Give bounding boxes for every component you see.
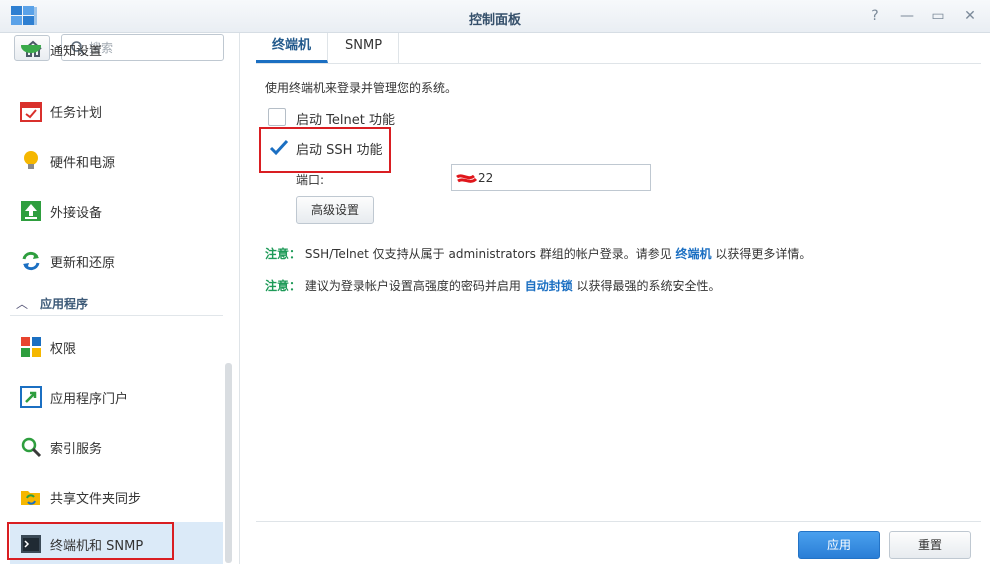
note-text: 以获得最强的系统安全性。 xyxy=(576,279,721,293)
sidebar-item-label: 权限 xyxy=(50,342,77,357)
refresh-icon xyxy=(22,251,40,271)
upload-icon xyxy=(21,201,41,221)
reset-button[interactable]: 重置 xyxy=(889,531,971,559)
search-index-icon xyxy=(21,437,42,458)
telnet-checkbox[interactable] xyxy=(268,108,286,126)
permissions-icon xyxy=(21,337,41,357)
tab-bar: 终端机 SNMP xyxy=(256,33,981,64)
sidebar-item-label: 通知设置 xyxy=(50,45,103,59)
sidebar-item-shared-folder-sync[interactable]: 共享文件夹同步 xyxy=(10,476,223,516)
apply-button[interactable]: 应用 xyxy=(798,531,880,559)
sidebar-item-label: 索引服务 xyxy=(50,442,103,457)
note-tag: 注意： xyxy=(265,247,302,261)
sidebar-item-indexing[interactable]: 索引服务 xyxy=(10,426,223,466)
help-icon[interactable]: ? xyxy=(866,7,884,25)
sidebar-item-task-scheduler[interactable]: 任务计划 xyxy=(10,90,223,130)
maximize-icon[interactable]: ▭ xyxy=(929,7,947,25)
portal-icon xyxy=(20,386,42,408)
sidebar-item-label: 共享文件夹同步 xyxy=(50,492,142,507)
sidebar-item-terminal-snmp[interactable]: 终端机和 SNMP xyxy=(10,522,223,564)
note-password: 注意： 建议为登录帐户设置高强度的密码并启用 自动封锁 以获得最强的系统安全性。 xyxy=(265,277,721,294)
sidebar-item-label: 外接设备 xyxy=(50,206,103,221)
minimize-icon[interactable]: — xyxy=(898,7,916,25)
section-label: 应用程序 xyxy=(40,297,89,311)
advanced-settings-button[interactable]: 高级设置 xyxy=(296,196,374,224)
close-icon[interactable]: ✕ xyxy=(961,7,979,25)
sidebar-item-label: 任务计划 xyxy=(50,106,103,121)
sidebar-item-label: 终端机和 SNMP xyxy=(50,539,144,554)
sidebar-item-privileges[interactable]: 权限 xyxy=(10,326,223,366)
port-input[interactable] xyxy=(451,164,651,191)
terminal-help-link[interactable]: 终端机 xyxy=(676,247,712,261)
tab-snmp[interactable]: SNMP xyxy=(329,33,400,63)
sidebar-item-hardware-power[interactable]: 硬件和电源 xyxy=(10,140,223,180)
footer-divider xyxy=(256,521,981,522)
title-bar: 控制面板 ? — ▭ ✕ xyxy=(0,0,990,33)
sidebar-item-app-portal[interactable]: 应用程序门户 xyxy=(10,376,223,416)
port-label: 端口: xyxy=(296,173,325,187)
terminal-icon xyxy=(21,535,41,553)
sidebar: 通知设置 任务计划 硬件和电源 外接设备 更新和还原 xyxy=(0,33,240,564)
note-text: 建议为登录帐户设置高强度的密码并启用 xyxy=(304,279,521,293)
sidebar-scrollbar[interactable] xyxy=(225,363,232,563)
auto-block-link[interactable]: 自动封锁 xyxy=(525,279,573,293)
sidebar-item-label: 更新和还原 xyxy=(50,256,116,271)
calendar-icon xyxy=(20,102,42,122)
sidebar-item-label: 应用程序门户 xyxy=(50,392,129,407)
folder-sync-icon xyxy=(21,491,40,505)
telnet-label: 启动 Telnet 功能 xyxy=(296,113,395,128)
chat-icon xyxy=(21,45,41,53)
sidebar-item-external-devices[interactable]: 外接设备 xyxy=(10,190,223,230)
note-ssh-admin: 注意： SSH/Telnet 仅支持从属于 administrators 群组的… xyxy=(265,245,811,262)
chevron-up-icon: ︿ xyxy=(16,297,29,311)
sidebar-item-notifications[interactable]: 通知设置 xyxy=(10,45,223,69)
note-text: SSH/Telnet 仅支持从属于 administrators 群组的帐户登录… xyxy=(304,247,672,261)
lightbulb-icon xyxy=(24,151,38,169)
note-text: 以获得更多详情。 xyxy=(715,247,812,261)
redaction-scribble xyxy=(456,174,478,183)
ssh-label: 启动 SSH 功能 xyxy=(296,143,383,158)
ssh-checkbox[interactable] xyxy=(268,138,289,156)
sidebar-item-label: 硬件和电源 xyxy=(50,156,116,171)
note-tag: 注意： xyxy=(265,279,302,293)
section-applications[interactable]: ︿ 应用程序 xyxy=(10,292,223,316)
tab-terminal[interactable]: 终端机 xyxy=(256,33,329,63)
window-title: 控制面板 xyxy=(468,13,521,28)
checkmark-icon xyxy=(269,139,289,156)
terminal-description: 使用终端机来登录并管理您的系统。 xyxy=(265,81,458,95)
sidebar-item-update-restore[interactable]: 更新和还原 xyxy=(10,240,223,280)
